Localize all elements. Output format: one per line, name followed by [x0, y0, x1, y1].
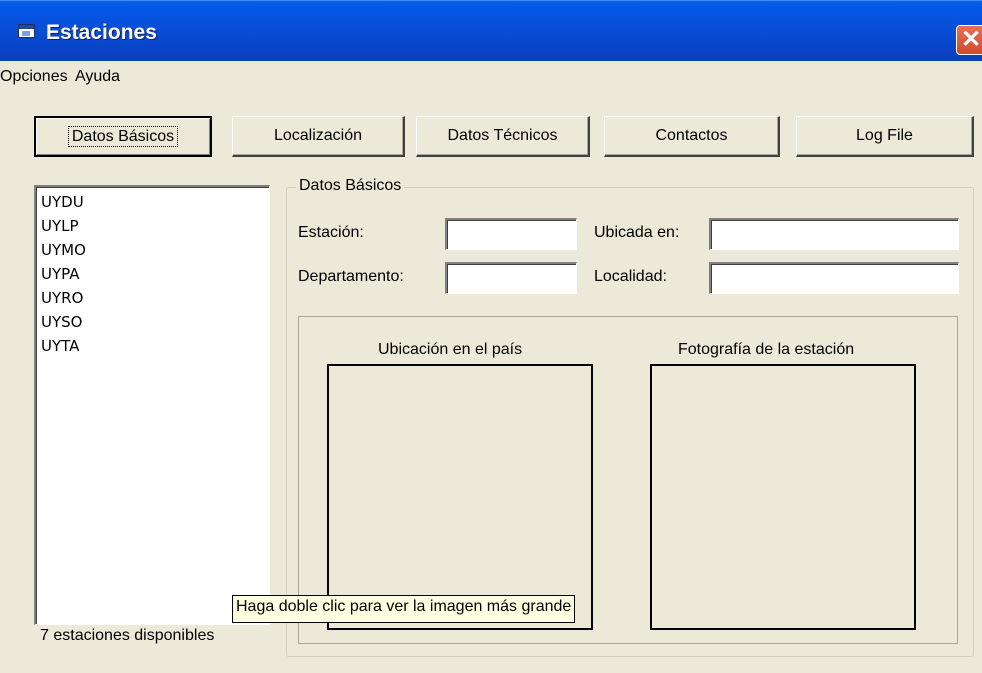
- menu-opciones[interactable]: Opciones: [0, 68, 68, 86]
- station-count-label: 7 estaciones disponibles: [40, 627, 215, 644]
- close-icon[interactable]: ✕: [956, 25, 982, 55]
- image-tooltip: Haga doble clic para ver la imagen más g…: [232, 595, 576, 623]
- contactos-button[interactable]: Contactos: [604, 116, 780, 157]
- localidad-field[interactable]: [709, 262, 959, 294]
- station-list-item[interactable]: UYSO: [41, 310, 269, 334]
- departamento-field[interactable]: [445, 262, 577, 294]
- window-title: Estaciones: [46, 21, 157, 44]
- ubicada-en-field[interactable]: [709, 218, 959, 250]
- log-file-button[interactable]: Log File: [796, 116, 974, 157]
- ubicacion-pais-label: Ubicación en el país: [378, 341, 523, 358]
- app-window-icon: [18, 24, 35, 38]
- station-list-item[interactable]: UYMO: [41, 238, 269, 262]
- ubicada-en-label: Ubicada en:: [594, 224, 680, 241]
- departamento-label: Departamento:: [298, 268, 404, 285]
- datos-basicos-button[interactable]: Datos Básicos: [34, 116, 212, 157]
- station-list-item[interactable]: UYLP: [41, 214, 269, 238]
- menu-ayuda[interactable]: Ayuda: [75, 68, 120, 86]
- localidad-label: Localidad:: [594, 268, 667, 285]
- datos-basicos-button-label: Datos Básicos: [67, 126, 179, 147]
- datos-tecnicos-button[interactable]: Datos Técnicos: [416, 116, 590, 157]
- fotografia-label: Fotografía de la estación: [678, 341, 855, 358]
- station-list-item[interactable]: UYPA: [41, 262, 269, 286]
- title-bar[interactable]: Estaciones ✕: [0, 0, 982, 61]
- estaciones-window: Estaciones ✕ Opciones Ayuda Datos Básico…: [0, 0, 982, 673]
- station-list[interactable]: UYDU UYLP UYMO UYPA UYRO UYSO UYTA: [34, 185, 270, 625]
- estacion-field[interactable]: [445, 218, 577, 250]
- localizacion-button[interactable]: Localización: [232, 116, 405, 157]
- station-list-item[interactable]: UYDU: [41, 190, 269, 214]
- ubicacion-map-image[interactable]: [327, 364, 593, 630]
- estacion-label: Estación:: [298, 224, 364, 241]
- estacion-photo-image[interactable]: [650, 364, 916, 630]
- station-list-item[interactable]: UYRO: [41, 286, 269, 310]
- station-list-item[interactable]: UYTA: [41, 334, 269, 358]
- datos-basicos-legend: Datos Básicos: [296, 177, 405, 195]
